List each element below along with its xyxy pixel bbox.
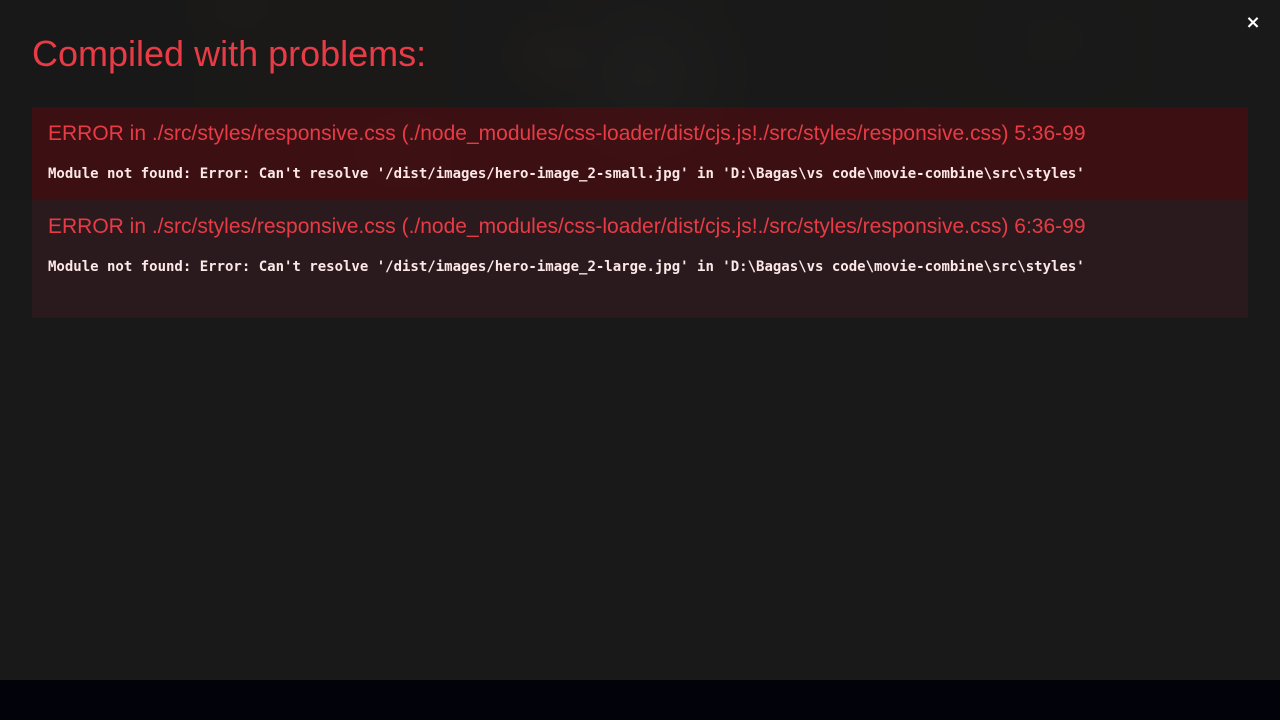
close-button[interactable]: × [1240,10,1266,36]
bottom-strip [0,680,1280,720]
error-overlay: Compiled with problems: × ERROR in ./src… [0,0,1280,680]
error-list: ERROR in ./src/styles/responsive.css (./… [32,107,1248,318]
error-message: Module not found: Error: Can't resolve '… [48,259,1085,275]
app-page: Compiled with problems: × ERROR in ./src… [0,0,1280,720]
close-icon: × [1245,12,1261,33]
error-message: Module not found: Error: Can't resolve '… [48,166,1085,182]
overlay-title: Compiled with problems: [32,33,427,74]
error-item: ERROR in ./src/styles/responsive.css (./… [32,200,1248,318]
error-header: ERROR in ./src/styles/responsive.css (./… [48,215,1086,238]
error-item: ERROR in ./src/styles/responsive.css (./… [32,107,1248,200]
error-header: ERROR in ./src/styles/responsive.css (./… [48,122,1086,145]
